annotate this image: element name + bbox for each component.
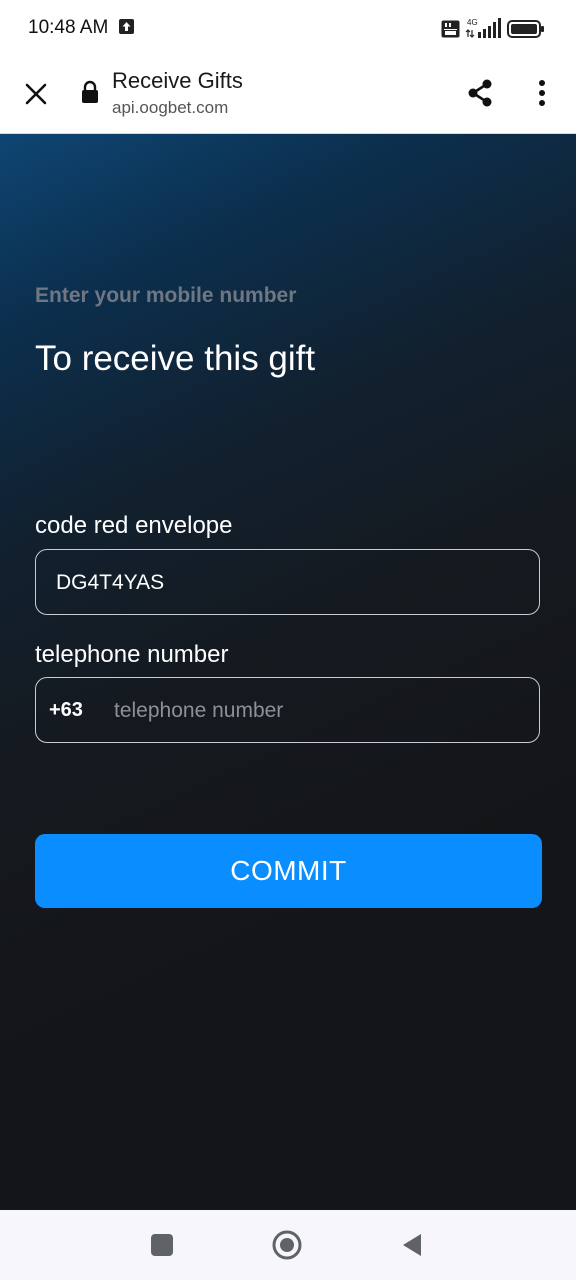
page-url[interactable]: api.oogbet.com: [112, 98, 228, 118]
country-code-prefix: +63: [49, 699, 83, 721]
home-icon: [272, 1230, 302, 1260]
code-input[interactable]: [54, 550, 528, 616]
share-icon: [468, 79, 492, 107]
commit-button[interactable]: COMMIT: [35, 834, 542, 908]
signal-4g-icon: 4G: [465, 18, 501, 38]
browser-toolbar: Receive Gifts api.oogbet.com: [0, 58, 576, 134]
page-title: Receive Gifts: [112, 68, 243, 93]
code-label: code red envelope: [35, 512, 233, 539]
battery-icon: [507, 20, 544, 38]
status-time: 10:48 AM: [28, 17, 109, 38]
recents-icon: [151, 1234, 173, 1256]
close-button[interactable]: [18, 76, 54, 112]
code-field: [35, 549, 540, 616]
phone-input[interactable]: [112, 678, 526, 744]
recents-button[interactable]: [144, 1227, 180, 1263]
back-icon: [403, 1234, 421, 1256]
web-content: Enter your mobile number To receive this…: [0, 134, 576, 1210]
more-options-button[interactable]: [524, 73, 560, 113]
close-icon: [25, 83, 47, 105]
status-bar: 10:48 AM 4G: [0, 0, 576, 58]
lock-icon: [82, 80, 98, 103]
form-heading: To receive this gift: [35, 339, 316, 378]
svg-text:4G: 4G: [467, 18, 478, 27]
share-button[interactable]: [460, 73, 500, 113]
more-vert-icon: [539, 80, 545, 106]
back-button[interactable]: [394, 1227, 430, 1263]
phone-label: telephone number: [35, 641, 229, 668]
upload-icon: [119, 19, 134, 34]
home-button[interactable]: [269, 1227, 305, 1263]
system-nav-bar: [0, 1210, 576, 1280]
volte-icon: [441, 20, 460, 38]
phone-field: +63: [35, 677, 540, 744]
form-subheading: Enter your mobile number: [35, 284, 297, 307]
